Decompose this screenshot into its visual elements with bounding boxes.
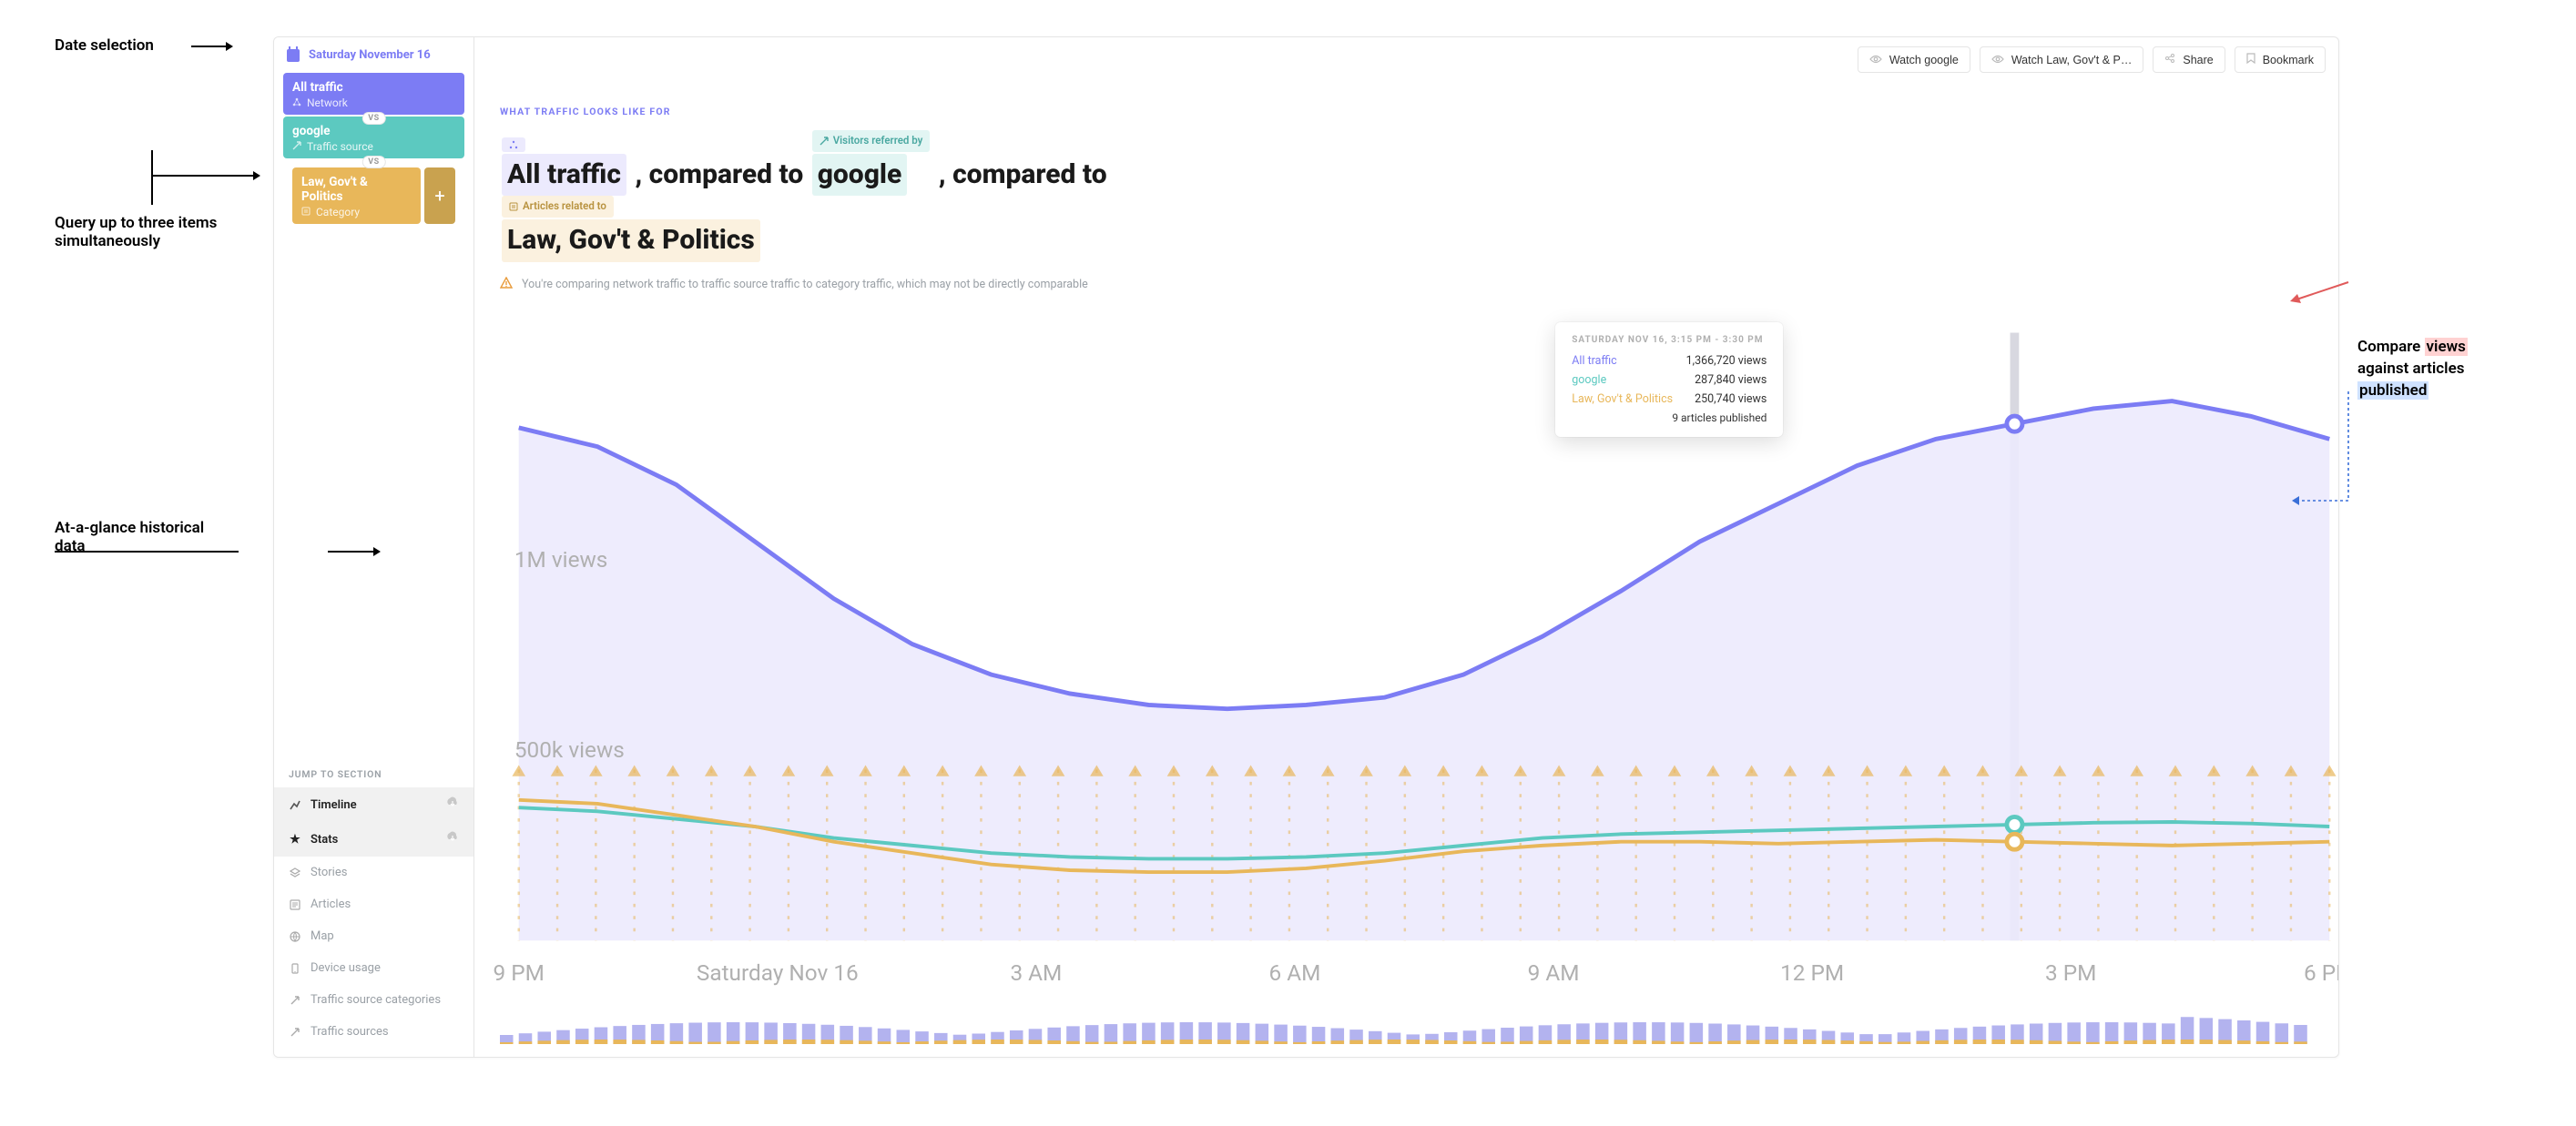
annotation-query-three: Query up to three items simultaneously xyxy=(55,214,217,250)
tooltip-row-value: 1,366,720 views xyxy=(1686,354,1767,368)
layers-icon xyxy=(289,867,301,878)
nav-articles[interactable]: Articles xyxy=(274,888,473,920)
star-icon: ★ xyxy=(289,833,301,847)
headline-google: google xyxy=(812,154,908,197)
download-icon[interactable] xyxy=(446,831,459,847)
historical-sparkline[interactable] xyxy=(474,1002,2338,1057)
vs-badge: VS xyxy=(361,112,385,125)
comparison-warning: You're comparing network traffic to traf… xyxy=(500,277,2313,293)
headline: All traffic , compared to Visitors refer… xyxy=(500,130,2313,262)
share-icon xyxy=(2164,53,2175,66)
comparison-chips: All traffic Network VS google xyxy=(274,73,473,240)
jump-to-section-label: JUMP TO SECTION xyxy=(274,695,473,787)
top-toolbar: Watch google Watch Law, Gov't & P… Share xyxy=(474,37,2338,82)
svg-text:12 PM: 12 PM xyxy=(1780,959,1844,986)
nav-timeline[interactable]: Timeline xyxy=(274,787,473,822)
vs-badge: VS xyxy=(361,156,385,168)
app-shell: Saturday November 16 All traffic Network… xyxy=(273,36,2339,1058)
articles-icon xyxy=(289,899,301,910)
network-icon xyxy=(502,137,525,152)
tag-label-articles: Articles related to xyxy=(502,196,614,218)
tooltip-row-name: Law, Gov't & Politics xyxy=(1572,392,1673,406)
category-icon xyxy=(301,206,311,218)
nav-map[interactable]: Map xyxy=(274,920,473,952)
svg-text:500k views: 500k views xyxy=(514,735,625,762)
share-button[interactable]: Share xyxy=(2153,46,2225,73)
bookmark-icon xyxy=(2246,53,2255,66)
headline-law: Law, Gov't & Politics xyxy=(502,219,760,262)
svg-text:1M views: 1M views xyxy=(514,546,608,573)
section-nav: Timeline ★ Stats Stories xyxy=(274,787,473,1057)
watch-google-button[interactable]: Watch google xyxy=(1858,46,1970,73)
nav-traffic-sources[interactable]: Traffic sources xyxy=(274,1016,473,1048)
device-icon xyxy=(289,963,301,974)
annotation-compare-1: Compare xyxy=(2357,338,2425,356)
headline-eyebrow: WHAT TRAFFIC LOOKS LIKE FOR xyxy=(500,106,2313,117)
download-icon[interactable] xyxy=(446,796,459,813)
svg-text:3 AM: 3 AM xyxy=(1010,959,1062,986)
date-selector[interactable]: Saturday November 16 xyxy=(274,37,473,73)
date-label: Saturday November 16 xyxy=(309,48,431,62)
nav-stories[interactable]: Stories xyxy=(274,857,473,888)
annotation-compare-views: views xyxy=(2425,338,2468,356)
headline-all-traffic: All traffic xyxy=(502,154,626,197)
arrow-icon xyxy=(289,1027,301,1038)
svg-text:3 PM: 3 PM xyxy=(2045,959,2096,986)
svg-text:6 PM: 6 PM xyxy=(2304,959,2338,986)
watch-law-button[interactable]: Watch Law, Gov't & P… xyxy=(1980,46,2144,73)
timeline-chart[interactable]: 1M views 500k views 9 PM Saturday Nov 16 3 A… xyxy=(474,306,2338,1002)
chip-law-govt-politics[interactable]: Law, Gov't & Politics Category xyxy=(292,167,421,224)
annotation-compare-2: against articles xyxy=(2357,360,2464,378)
nav-stats[interactable]: ★ Stats xyxy=(274,822,473,857)
eye-icon xyxy=(1869,54,1882,66)
nav-traffic-source-categories[interactable]: Traffic source categories xyxy=(274,984,473,1016)
svg-text:Saturday Nov 16: Saturday Nov 16 xyxy=(697,959,859,986)
tooltip-row-value: 287,840 views xyxy=(1695,373,1767,387)
arrow-icon xyxy=(289,995,301,1006)
tooltip-row-value: 250,740 views xyxy=(1695,392,1767,406)
add-comparison-button[interactable]: + xyxy=(424,167,455,224)
svg-text:9 PM: 9 PM xyxy=(494,959,545,986)
chip-all-traffic[interactable]: All traffic Network VS xyxy=(283,73,464,115)
tooltip-subvalue: 9 articles published xyxy=(1572,411,1767,424)
network-icon xyxy=(292,96,301,109)
tooltip-row-name: All traffic xyxy=(1572,354,1616,368)
tag-label-visitors: Visitors referred by xyxy=(812,130,931,152)
svg-text:6 AM: 6 AM xyxy=(1269,959,1321,986)
source-icon xyxy=(292,140,301,153)
eye-icon xyxy=(1991,54,2004,66)
tooltip-row-name: google xyxy=(1572,373,1606,387)
annotation-date-selection: Date selection xyxy=(55,36,154,55)
bookmark-button[interactable]: Bookmark xyxy=(2235,46,2326,73)
annotation-compare-published: published xyxy=(2357,381,2428,400)
main-panel: Watch google Watch Law, Gov't & P… Share xyxy=(474,37,2338,1057)
chart-tooltip: SATURDAY NOV 16, 3:15 PM - 3:30 PM All t… xyxy=(1555,322,1783,437)
annotation-column-left: Date selection Query up to three items s… xyxy=(55,36,273,49)
calendar-icon xyxy=(287,49,300,62)
svg-text:9 AM: 9 AM xyxy=(1528,959,1580,986)
tooltip-header: SATURDAY NOV 16, 3:15 PM - 3:30 PM xyxy=(1572,335,1767,345)
globe-icon xyxy=(289,931,301,942)
chart-icon xyxy=(289,799,301,810)
nav-device-usage[interactable]: Device usage xyxy=(274,952,473,984)
warning-icon xyxy=(500,277,513,293)
